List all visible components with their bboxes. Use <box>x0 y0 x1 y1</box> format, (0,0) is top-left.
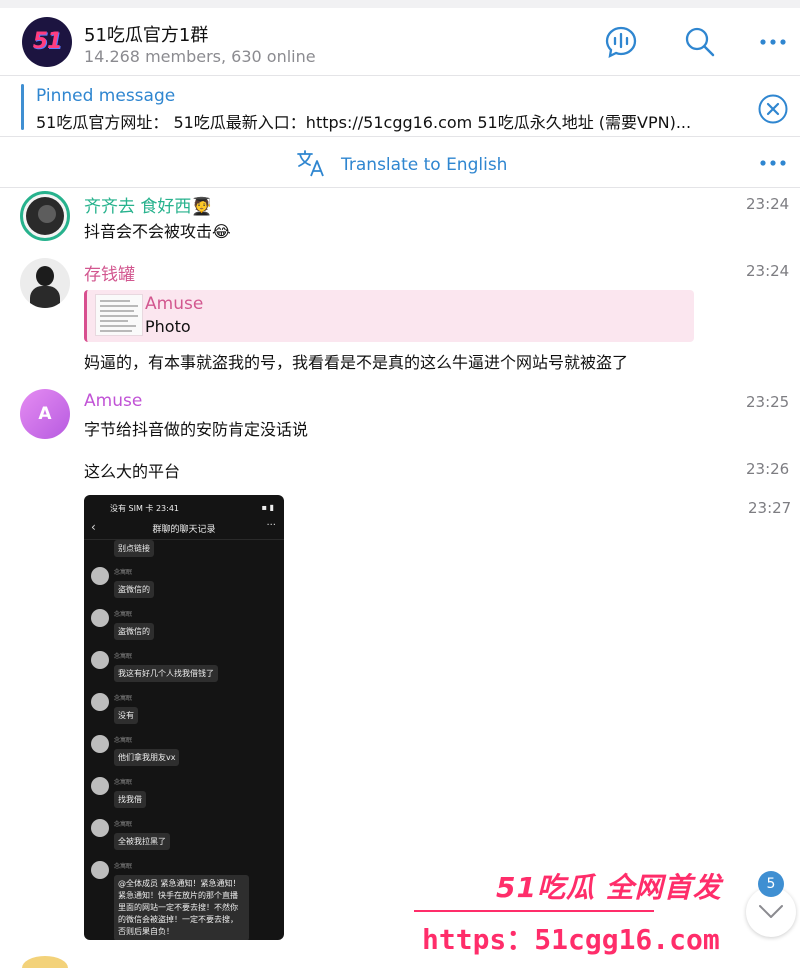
translate-button[interactable]: Translate to English <box>341 155 507 175</box>
photo-sender: 念寓眠 <box>114 737 133 744</box>
photo-status-bar-icons: ▪ ▮ <box>261 503 274 512</box>
photo-sender: 念寓眠 <box>114 569 133 576</box>
photo-sender: 念寓眠 <box>114 653 133 660</box>
watermark-divider <box>414 910 654 912</box>
photo-avatar <box>91 567 109 585</box>
photo-sender: 念寓眠 <box>114 779 133 786</box>
message-text: 字节给抖音做的安防肯定没话说 <box>84 420 309 439</box>
pinned-text: 51吃瓜官方网址： 51吃瓜最新入口：https://51cgg16.com 5… <box>36 113 692 132</box>
photo-avatar <box>91 861 109 879</box>
photo-avatar <box>91 609 109 627</box>
photo-bubble: 全被我拉黑了 <box>114 833 170 850</box>
watermark-url: https：51cgg16.com <box>422 923 720 956</box>
message-text: 妈逼的，有本事就盗我的号，我看看是不是真的这么牛逼进个网站号就被盗了 <box>84 353 629 372</box>
photo-bubble: 别点链接 <box>114 540 154 557</box>
reply-text: Photo <box>145 317 191 336</box>
translate-icon <box>296 148 326 178</box>
photo-message[interactable]: 没有 SIM 卡 23:41 ▪ ▮ ‹ 群聊的聊天记录 ··· 别点链接 念寓… <box>84 495 284 940</box>
group-logo-text: 51 <box>32 29 63 54</box>
top-strip <box>0 0 800 8</box>
message-text: 抖音会不会被攻击😂 <box>84 222 231 241</box>
reply-sender: Amuse <box>145 294 204 314</box>
photo-sender: 念寓眠 <box>114 695 133 702</box>
photo-avatar <box>91 735 109 753</box>
sender-name[interactable]: Amuse <box>84 391 142 411</box>
photo-more-icon: ··· <box>266 520 276 531</box>
pinned-message-bar[interactable]: Pinned message 51吃瓜官方网址： 51吃瓜最新入口：https:… <box>0 77 800 137</box>
watermark-title: 51吃瓜 全网首发 <box>496 871 722 904</box>
photo-bubble: 找我借 <box>114 791 146 808</box>
voice-chat-icon[interactable] <box>604 25 638 59</box>
avatar[interactable] <box>22 956 68 968</box>
group-member-count: 14.268 members, 630 online <box>84 47 316 66</box>
search-icon[interactable] <box>683 25 717 59</box>
photo-sender: 念寓眠 <box>114 863 133 870</box>
photo-bubble: @全体成员 紧急通知！紧急通知！紧急通知！快手在放片的那个直播里面的网站一定不要… <box>114 875 249 940</box>
translate-more-icon[interactable] <box>758 152 788 174</box>
avatar[interactable]: A <box>20 389 70 439</box>
photo-bubble: 盗微信的 <box>114 623 154 640</box>
message-time: 23:24 <box>746 262 790 280</box>
photo-bubble: 他们拿我朋友vx <box>114 749 180 766</box>
chevron-down-icon <box>759 905 783 918</box>
photo-avatar <box>91 651 109 669</box>
reply-photo-thumbnail <box>95 294 143 336</box>
photo-title: 群聊的聊天记录 <box>152 525 216 535</box>
pinned-title: Pinned message <box>36 86 176 106</box>
avatar[interactable] <box>20 258 70 308</box>
photo-avatar <box>91 777 109 795</box>
photo-bubble: 没有 <box>114 707 138 724</box>
group-avatar[interactable]: 51 <box>22 17 72 67</box>
message-time: 23:25 <box>746 393 790 411</box>
photo-bubble: 我这有好几个人找我借钱了 <box>114 665 218 682</box>
more-icon[interactable] <box>757 25 791 59</box>
sender-name[interactable]: 存钱罐 <box>84 260 135 285</box>
sender-name[interactable]: 齐齐去 食好西🧑‍🎓 <box>84 192 213 217</box>
photo-sender: 念寓眠 <box>114 821 133 828</box>
photo-status-bar: 没有 SIM 卡 23:41 <box>110 504 180 513</box>
pinned-indicator <box>21 84 24 130</box>
photo-sender: 念寓眠 <box>114 611 133 618</box>
close-pinned-icon[interactable] <box>757 93 789 125</box>
message-time: 23:27 <box>748 499 792 517</box>
photo-avatar <box>91 693 109 711</box>
translate-bar[interactable]: Translate to English <box>0 138 800 188</box>
unread-badge: 5 <box>758 871 784 897</box>
avatar[interactable] <box>20 191 70 241</box>
photo-avatar <box>91 819 109 837</box>
message-text: 这么大的平台 <box>84 462 181 481</box>
message-time: 23:26 <box>746 460 790 478</box>
chat-header[interactable]: 51 51吃瓜官方1群 14.268 members, 630 online <box>0 8 800 76</box>
reply-quote[interactable]: Amuse Photo <box>84 290 694 342</box>
message-time: 23:24 <box>746 195 790 213</box>
photo-bubble: 盗微信的 <box>114 581 154 598</box>
group-title: 51吃瓜官方1群 <box>84 25 209 46</box>
